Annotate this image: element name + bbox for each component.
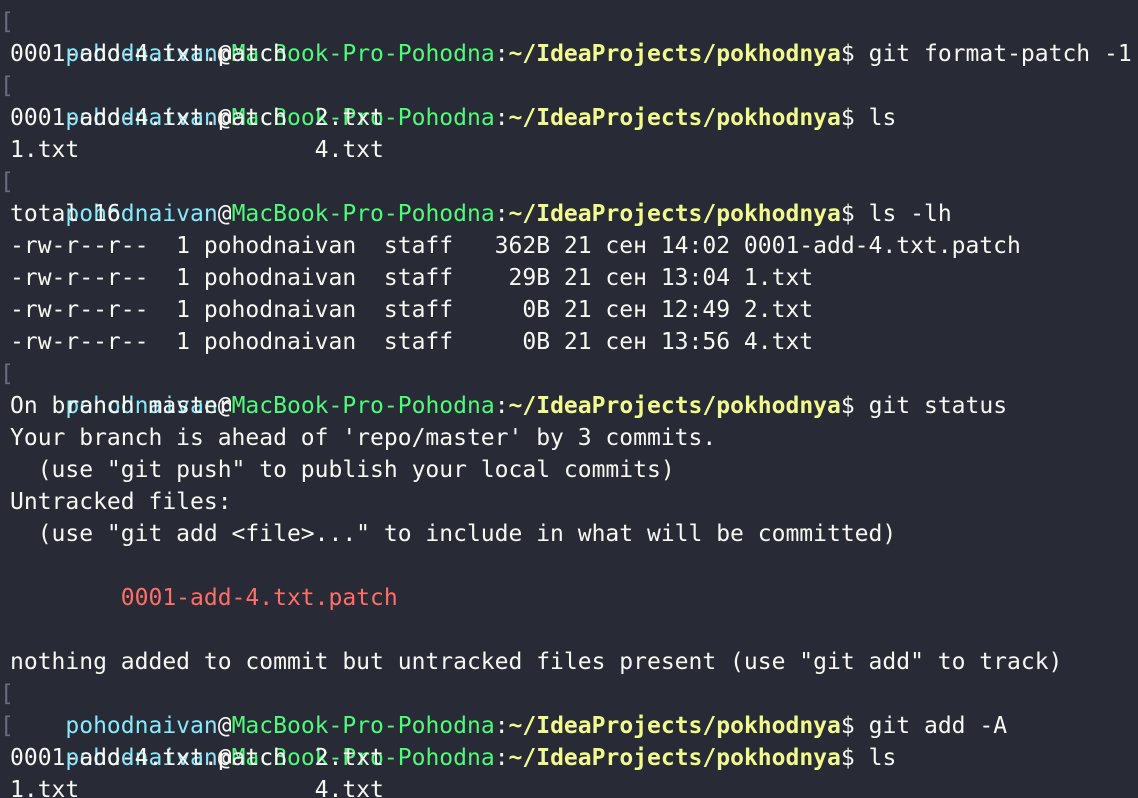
output-line: (use "git push" to publish your local co…	[10, 457, 675, 483]
prompt-line: [pohodnaivan@MacBook-Pro-Pohodna:~/IdeaP…	[0, 6, 1138, 67]
output-line: 1.txt 4.txt	[10, 777, 384, 798]
prompt-bracket: [	[0, 73, 14, 99]
output-line: 0001-add-4.txt.patch 2.txt	[10, 745, 384, 771]
output-line: -rw-r--r-- 1 pohodnaivan staff 29B 21 се…	[10, 265, 814, 291]
prompt-line: [pohodnaivan@MacBook-Pro-Pohodna:~/IdeaP…	[0, 678, 1138, 739]
prompt-line: [pohodnaivan@MacBook-Pro-Pohodna:~/IdeaP…	[0, 710, 1138, 771]
output-line: On branch master	[10, 393, 232, 419]
output-line: 0001-add-4.txt.patch	[10, 41, 287, 67]
prompt-bracket: [	[0, 169, 14, 195]
output-line: -rw-r--r-- 1 pohodnaivan staff 0B 21 сен…	[10, 329, 814, 355]
prompt-line: [pohodnaivan@MacBook-Pro-Pohodna:~/IdeaP…	[0, 70, 1138, 131]
prompt-bracket: [	[0, 713, 14, 739]
output-line: (use "git add <file>..." to include in w…	[10, 521, 897, 547]
output-line: 0001-add-4.txt.patch 2.txt	[10, 105, 384, 131]
prompt-line: [pohodnaivan@MacBook-Pro-Pohodna:~/IdeaP…	[0, 166, 1138, 227]
output-line: -rw-r--r-- 1 pohodnaivan staff 0B 21 сен…	[10, 297, 814, 323]
prompt-bracket: [	[0, 681, 14, 707]
untracked-file: 0001-add-4.txt.patch	[120, 585, 398, 611]
prompt-bracket: [	[0, 9, 14, 35]
untracked-file-line: 0001-add-4.txt.patch	[0, 582, 1138, 614]
output-line: Your branch is ahead of 'repo/master' by…	[10, 425, 717, 451]
output-line: -rw-r--r-- 1 pohodnaivan staff 362B 21 с…	[10, 233, 1021, 259]
terminal-window[interactable]: [pohodnaivan@MacBook-Pro-Pohodna:~/IdeaP…	[0, 0, 1138, 798]
prompt-line: [pohodnaivan@MacBook-Pro-Pohodna:~/IdeaP…	[0, 358, 1138, 419]
output-line: total 16	[10, 201, 121, 227]
output-line: 1.txt 4.txt	[10, 137, 384, 163]
prompt-bracket: [	[0, 361, 14, 387]
output-line: Untracked files:	[10, 489, 232, 515]
output-line: nothing added to commit but untracked fi…	[10, 649, 1063, 675]
